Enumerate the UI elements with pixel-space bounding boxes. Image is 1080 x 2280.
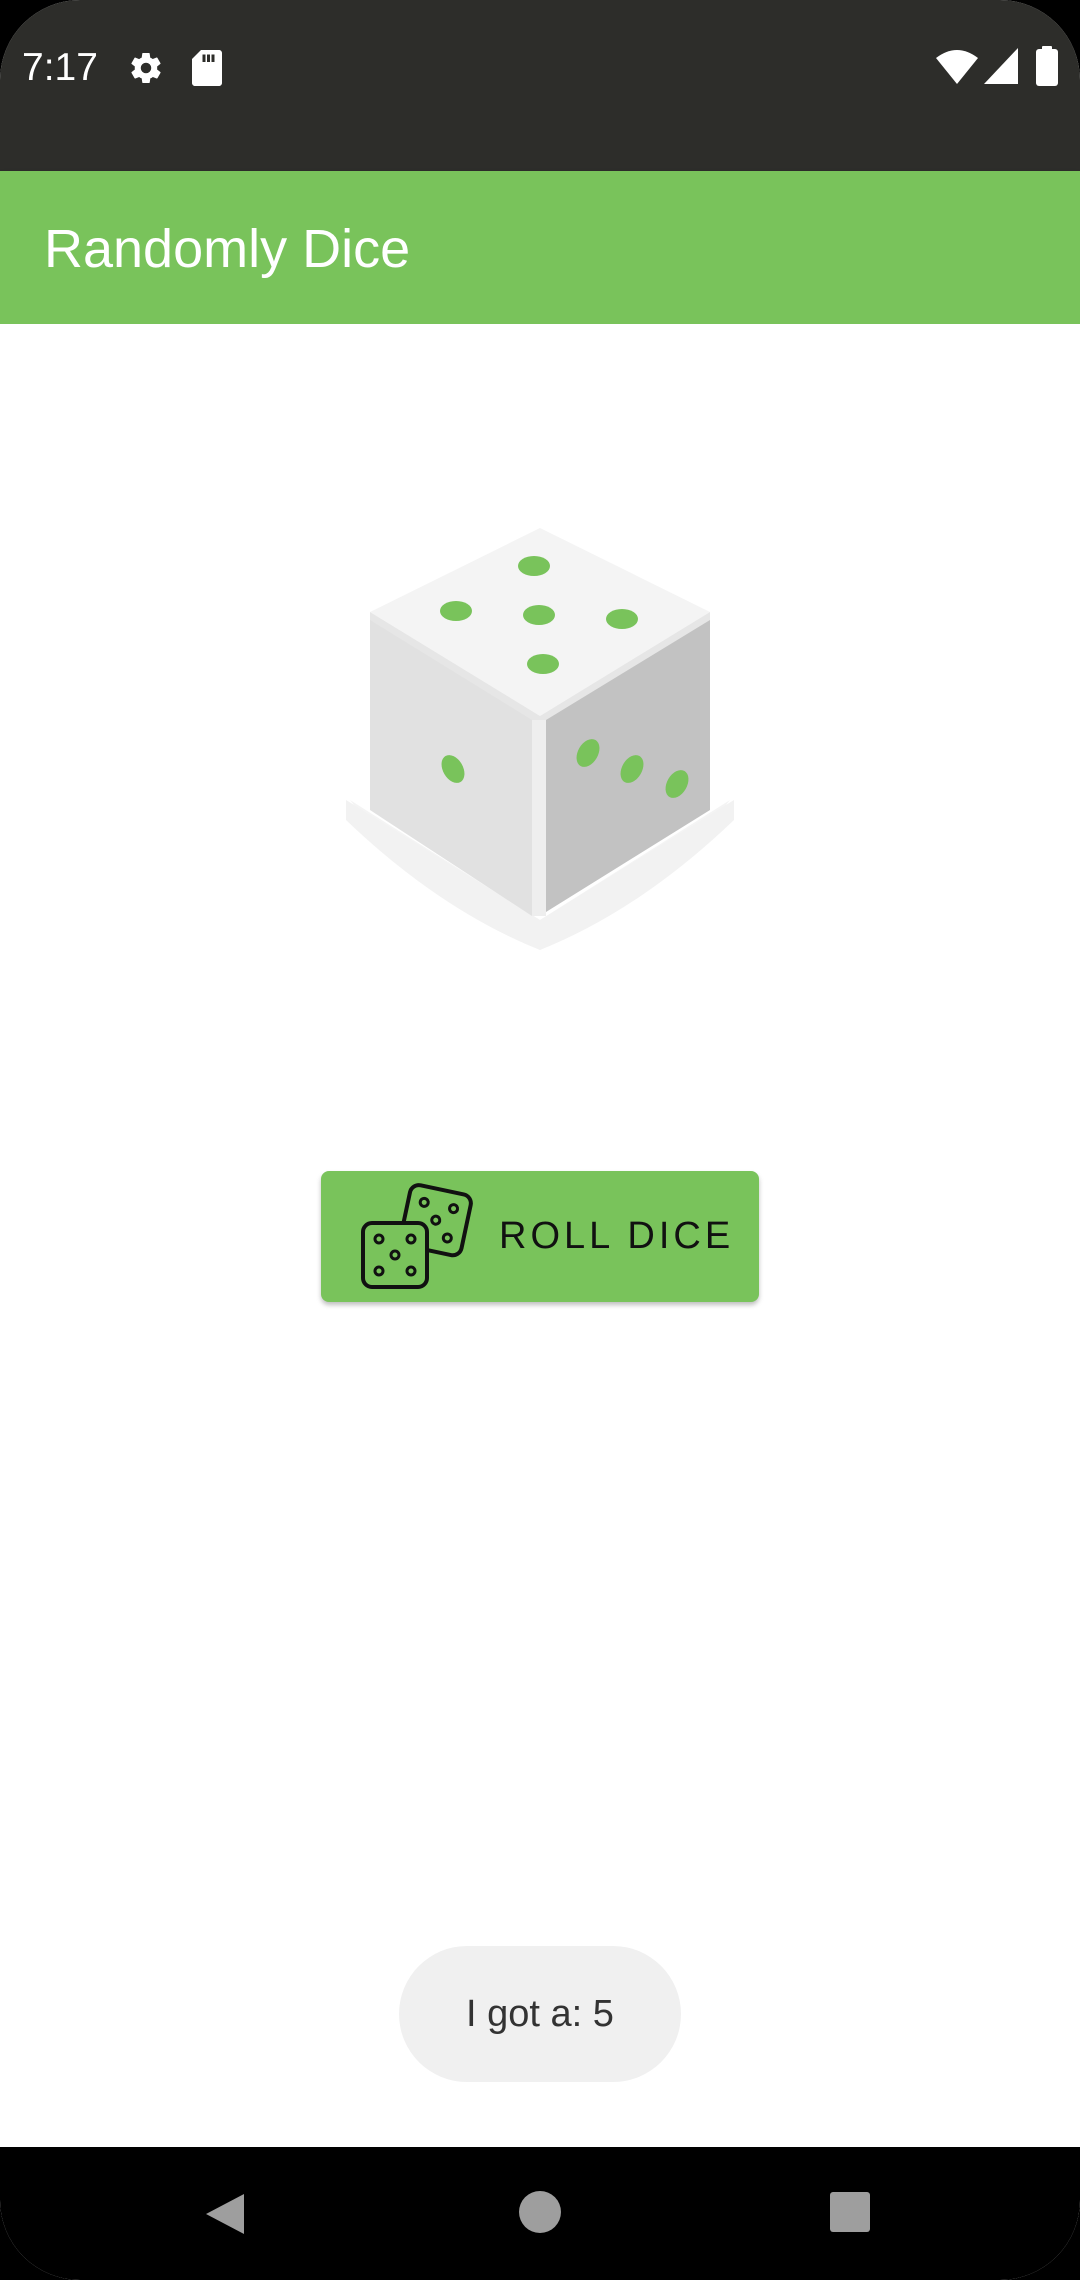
sd-card-icon: [192, 50, 222, 86]
roll-dice-button[interactable]: ROLL DICE: [321, 1171, 759, 1302]
battery-icon: [1036, 46, 1058, 86]
status-time: 7:17: [22, 46, 98, 89]
app-bar: Randomly Dice: [0, 171, 1080, 324]
wifi-icon: [936, 50, 978, 84]
status-bar: 7:17: [0, 0, 1080, 171]
back-icon[interactable]: [200, 2190, 248, 2238]
recents-icon[interactable]: [828, 2190, 872, 2234]
cell-signal-icon: [984, 48, 1018, 84]
navigation-bar: [0, 2147, 1080, 2280]
dice-cube-icon: [346, 528, 734, 950]
toast-message: I got a: 5: [399, 1946, 681, 2082]
two-dice-icon: [361, 1183, 473, 1289]
toast-text: I got a: 5: [466, 1993, 614, 2035]
home-icon[interactable]: [517, 2189, 563, 2235]
roll-dice-label: ROLL DICE: [499, 1215, 735, 1257]
phone-screen: 7:17 Randomly Dice ROLL DICE I got a: 5: [0, 0, 1080, 2280]
app-title: Randomly Dice: [44, 219, 411, 279]
gear-icon: [131, 53, 161, 84]
